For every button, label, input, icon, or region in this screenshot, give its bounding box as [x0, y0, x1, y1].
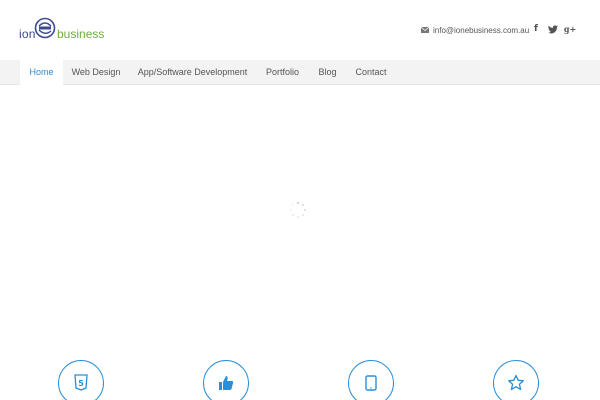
thumbs-up-icon [219, 376, 234, 390]
twitter-bird-icon [548, 24, 558, 33]
nav-item-blog[interactable]: Blog [309, 60, 346, 85]
svg-text:5: 5 [78, 379, 84, 388]
email-link[interactable]: info@ionebusiness.com.au [433, 26, 529, 35]
feature-html5[interactable]: 5 [58, 360, 104, 400]
nav-item-web-design[interactable]: Web Design [63, 60, 129, 85]
mail-icon [421, 27, 429, 33]
loading-spinner-icon [290, 202, 306, 218]
tablet-icon [365, 375, 377, 391]
feature-tablet[interactable] [348, 360, 394, 400]
nav-item-portfolio[interactable]: Portfolio [256, 60, 309, 85]
star-icon [507, 374, 525, 391]
feature-thumbs-up[interactable] [203, 360, 249, 400]
twitter-icon[interactable] [546, 22, 560, 36]
logo-text-business: business [57, 27, 105, 41]
site-logo[interactable]: ion business [19, 15, 104, 43]
main-navigation: Home Web Design App/Software Development… [0, 60, 600, 85]
facebook-icon[interactable]: f [529, 22, 543, 36]
feature-star[interactable] [493, 360, 539, 400]
logo-e-icon [34, 17, 56, 39]
html5-icon: 5 [74, 374, 88, 391]
contact-email[interactable]: info@ionebusiness.com.au [421, 24, 529, 36]
nav-item-home[interactable]: Home [20, 60, 63, 85]
google-plus-icon[interactable]: g+ [563, 22, 577, 36]
nav-item-app-software-development[interactable]: App/Software Development [129, 60, 256, 85]
site-header: ion business info@ionebusiness.com.au f … [0, 0, 600, 60]
nav-item-contact[interactable]: Contact [346, 60, 396, 85]
